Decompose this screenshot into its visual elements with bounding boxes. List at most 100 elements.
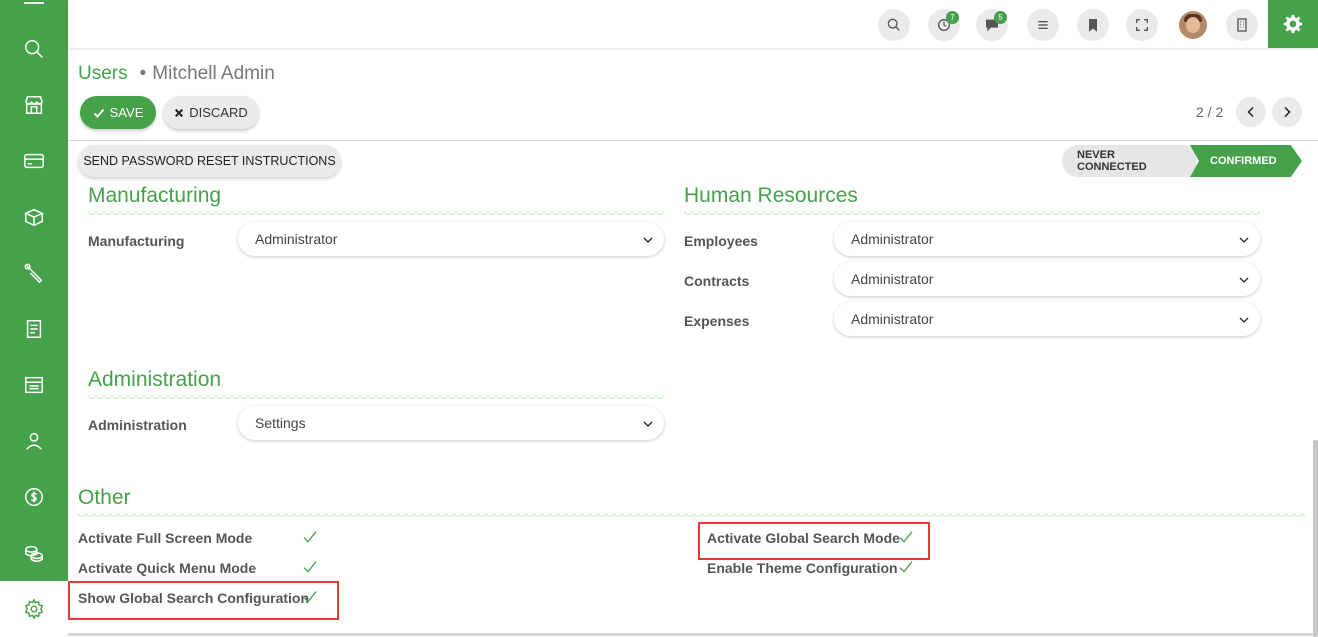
select-value: Administrator (851, 271, 934, 287)
control-panel-divider (68, 140, 1318, 141)
settings-icon (24, 598, 44, 620)
coins-icon (25, 545, 43, 562)
pager-value[interactable]: 2 / 2 (1196, 104, 1223, 120)
store-icon (25, 96, 43, 114)
label-quick-menu-mode: Activate Quick Menu Mode (78, 560, 257, 576)
status-confirmed[interactable]: CONFIRMED (1190, 145, 1302, 177)
form-scrollbar[interactable] (1313, 440, 1318, 637)
field-label-employees: Employees (684, 233, 758, 249)
company-button[interactable] (1226, 9, 1258, 41)
checkmark-icon (899, 531, 913, 543)
sidebar-item-box[interactable] (0, 189, 68, 245)
activity-badge: 7 (946, 11, 959, 24)
group-title-manufacturing: Manufacturing (88, 184, 222, 207)
group-divider (88, 211, 664, 219)
group-title-administration: Administration (88, 368, 222, 391)
label-show-global-search-config: Show Global Search Configuration (78, 590, 310, 606)
checkbox-theme-configuration[interactable] (898, 559, 914, 575)
employee-icon (26, 432, 42, 450)
field-label-manufacturing: Manufacturing (88, 233, 185, 249)
chevron-down-icon (1238, 273, 1250, 285)
app-window: 7 5 Users • Mitchell Admin SAVE DISCARD … (0, 0, 1318, 637)
top-navbar: 7 5 (68, 0, 1318, 48)
checkbox-global-search-mode[interactable] (898, 529, 914, 545)
search-icon (887, 18, 900, 31)
chevron-down-icon (1238, 313, 1250, 325)
sidebar (0, 0, 68, 637)
status-bar: NEVER CONNECTED CONFIRMED (1062, 145, 1302, 177)
checkbox-quick-menu-mode[interactable] (302, 559, 318, 575)
wrench-icon (24, 263, 43, 284)
administration-select[interactable]: Settings (238, 406, 664, 440)
sidebar-item-money[interactable] (0, 469, 68, 525)
field-label-expenses: Expenses (684, 313, 750, 329)
money-icon (25, 488, 43, 506)
fullscreen-icon (1136, 19, 1148, 31)
form-bottom-border (68, 633, 1313, 636)
sidebar-item-card[interactable] (0, 133, 68, 189)
select-value: Administrator (851, 311, 934, 327)
checkmark-icon (899, 561, 913, 573)
sidebar-item-store[interactable] (0, 77, 68, 133)
select-value: Administrator (255, 231, 338, 247)
chevron-down-icon (642, 233, 654, 245)
bookmark-button[interactable] (1077, 9, 1109, 41)
field-label-contracts: Contracts (684, 273, 750, 289)
invoice-icon (26, 320, 42, 338)
sidebar-item-wrench[interactable] (0, 245, 68, 301)
chevron-down-icon (1238, 233, 1250, 245)
status-never-connected[interactable]: NEVER CONNECTED (1062, 145, 1196, 177)
discard-button[interactable]: DISCARD (163, 96, 259, 129)
group-divider (684, 211, 1260, 219)
sidebar-item-ledger[interactable] (0, 357, 68, 413)
discard-button-label: DISCARD (189, 105, 248, 120)
sidebar-item-employee[interactable] (0, 413, 68, 469)
pager-previous-button[interactable] (1236, 97, 1266, 127)
global-search-button[interactable] (878, 9, 910, 41)
activity-button[interactable]: 7 (928, 9, 960, 41)
group-title-other: Other (78, 486, 131, 509)
checkmark-icon (303, 591, 317, 603)
chevron-left-icon (1247, 106, 1254, 118)
ledger-icon (25, 376, 43, 394)
fullscreen-button[interactable] (1126, 9, 1158, 41)
field-label-administration: Administration (88, 417, 187, 433)
close-icon (175, 108, 184, 117)
sidebar-item-search[interactable] (0, 21, 68, 77)
box-icon (23, 208, 45, 227)
gear-icon (1283, 14, 1303, 34)
group-divider (78, 513, 1305, 521)
manufacturing-select[interactable]: Administrator (238, 222, 664, 256)
expenses-select[interactable]: Administrator (834, 302, 1260, 336)
breadcrumb-current: Mitchell Admin (152, 63, 275, 84)
breadcrumb-users-link[interactable]: Users (78, 63, 128, 84)
breadcrumb-separator: • (139, 63, 147, 84)
sidebar-item-settings[interactable] (0, 581, 68, 637)
card-icon (24, 153, 44, 169)
user-avatar[interactable] (1179, 11, 1207, 39)
messages-badge: 5 (994, 11, 1007, 24)
breadcrumb: Users • Mitchell Admin (78, 63, 275, 85)
save-button-label: SAVE (109, 105, 144, 120)
send-password-reset-button[interactable]: SEND PASSWORD RESET INSTRUCTIONS (78, 145, 341, 177)
select-value: Settings (255, 415, 306, 431)
messages-button[interactable]: 5 (976, 9, 1008, 41)
label-global-search-mode: Activate Global Search Mode (707, 530, 900, 546)
theme-settings-button[interactable] (1268, 0, 1318, 48)
sidebar-item-coins[interactable] (0, 525, 68, 581)
pager-next-button[interactable] (1272, 97, 1302, 127)
checkbox-full-screen-mode[interactable] (302, 529, 318, 545)
quick-menu-button[interactable] (1027, 9, 1059, 41)
sidebar-item-invoice[interactable] (0, 301, 68, 357)
avatar-face (1186, 17, 1200, 33)
menu-icon (1038, 21, 1048, 29)
checkbox-show-global-search-config[interactable] (302, 589, 318, 605)
save-button[interactable]: SAVE (80, 96, 156, 129)
building-icon (1237, 18, 1247, 32)
contracts-select[interactable]: Administrator (834, 262, 1260, 296)
checkmark-icon (303, 561, 317, 573)
apps-menu-icon[interactable] (24, 0, 44, 4)
chevron-down-icon (642, 417, 654, 429)
check-icon (93, 108, 104, 118)
employees-select[interactable]: Administrator (834, 222, 1260, 256)
